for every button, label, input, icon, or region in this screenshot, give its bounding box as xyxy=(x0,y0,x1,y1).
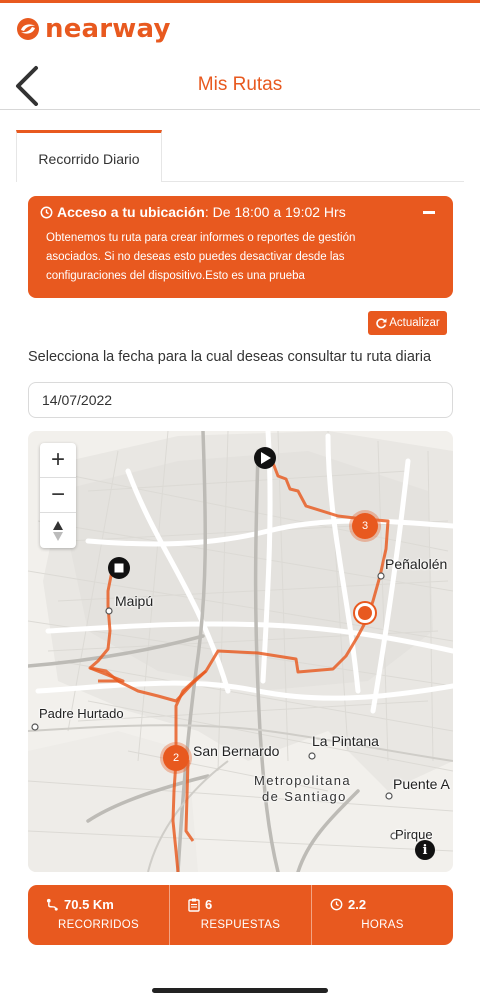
stat-value: 2.2 xyxy=(348,897,367,912)
alert-body: Obtenemos tu ruta para crear informes o … xyxy=(46,232,356,282)
stat-label: RESPUESTAS xyxy=(200,919,281,931)
map-label-metropolitana: Metropolitana xyxy=(254,773,351,788)
alert-header: Acceso a tu ubicación : De 18:00 a 19:02… xyxy=(40,204,346,220)
route-cluster-marker[interactable]: 2 xyxy=(163,745,189,771)
minus-icon[interactable] xyxy=(423,211,435,214)
map-label-puente-alto: Puente A xyxy=(393,776,450,792)
alert-time-range: : De 18:00 a 19:02 Hrs xyxy=(204,204,346,220)
map-label-padre-hurtado: Padre Hurtado xyxy=(39,706,124,721)
map-label-san-bernardo: San Bernardo xyxy=(193,743,280,759)
tab-recorrido-diario[interactable]: Recorrido Diario xyxy=(16,130,162,182)
stat-label: HORAS xyxy=(361,919,404,931)
brand-name: nearway xyxy=(45,14,171,44)
stat-value-row: 6 xyxy=(188,897,212,912)
tab-label: Recorrido Diario xyxy=(38,151,140,167)
route-cluster-marker[interactable]: 3 xyxy=(352,513,378,539)
tab-divider xyxy=(162,181,464,182)
refresh-button[interactable]: Actualizar xyxy=(368,311,447,335)
date-prompt: Selecciona la fecha para la cual deseas … xyxy=(28,349,432,365)
map-label-maipu: Maipú xyxy=(115,593,154,609)
app-header: Mis Rutas xyxy=(0,58,480,110)
map-label-la-pintana: La Pintana xyxy=(312,733,379,749)
clipboard-icon xyxy=(188,898,200,912)
nearway-logo-icon xyxy=(17,18,39,40)
brand-logo: nearway xyxy=(16,14,171,44)
home-indicator[interactable] xyxy=(152,988,328,993)
stat-horas: 2.2 HORAS xyxy=(311,885,453,945)
stat-value: 70.5 Km xyxy=(64,897,114,912)
route-map[interactable]: + − Maipú Peñalolén Padre Hurtado San Be… xyxy=(28,431,453,872)
date-input[interactable] xyxy=(28,382,453,418)
zoom-out-button[interactable]: − xyxy=(40,478,76,513)
map-label-de-santiago: de Santiago xyxy=(262,789,347,804)
route-stats-bar: 70.5 Km RECORRIDOS 6 RESPUESTAS 2.2 HORA… xyxy=(28,885,453,945)
stat-recorridos: 70.5 Km RECORRIDOS xyxy=(28,885,169,945)
stat-value-row: 70.5 Km xyxy=(46,897,114,912)
page-title: Mis Rutas xyxy=(197,74,283,95)
refresh-label: Actualizar xyxy=(389,317,440,329)
compass-button[interactable] xyxy=(40,513,76,548)
clock-icon xyxy=(330,898,343,911)
refresh-icon xyxy=(376,318,387,329)
map-label-penalolen: Peñalolén xyxy=(385,556,448,572)
location-access-alert: Acceso a tu ubicación : De 18:00 a 19:02… xyxy=(28,196,453,298)
stat-respuestas: 6 RESPUESTAS xyxy=(169,885,311,945)
compass-icon xyxy=(53,520,63,541)
stat-label: RECORRIDOS xyxy=(58,919,139,931)
zoom-control: + − xyxy=(40,443,76,548)
clock-icon xyxy=(40,206,53,218)
stat-value-row: 2.2 xyxy=(330,897,366,912)
top-accent-line xyxy=(0,0,480,3)
map-canvas xyxy=(28,431,453,872)
stat-value: 6 xyxy=(205,897,213,912)
info-icon[interactable]: i xyxy=(415,840,435,860)
alert-title: Acceso a tu ubicación xyxy=(57,204,205,220)
route-icon xyxy=(46,898,58,911)
zoom-in-button[interactable]: + xyxy=(40,443,76,478)
